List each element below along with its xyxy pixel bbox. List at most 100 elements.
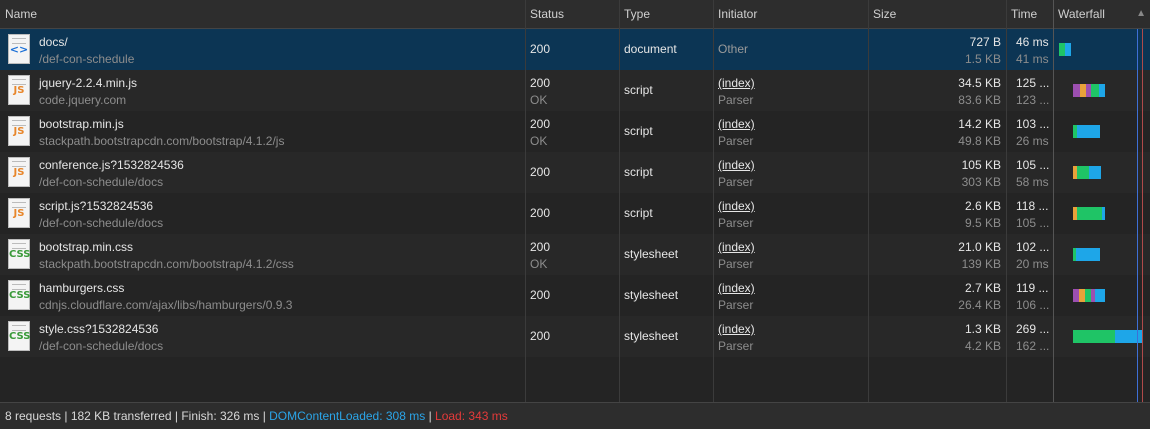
column-header-type[interactable]: Type [624,0,650,28]
resource-type: script [624,165,653,179]
column-header-initiator[interactable]: Initiator [718,0,757,28]
status-text: OK [530,93,548,107]
resource-size: 83.6 KB [958,93,1001,107]
waterfall-bar-segment[interactable] [1089,166,1101,179]
request-path: stackpath.bootstrapcdn.com/bootstrap/4.1… [39,257,294,271]
initiator-link[interactable]: (index) [718,158,755,172]
request-name[interactable]: hamburgers.css [39,281,124,295]
summary-separator: | [425,409,436,423]
status-text: OK [530,257,548,271]
file-type-label: <> [9,43,29,56]
resource-type: script [624,206,653,220]
request-path: /def-con-schedule/docs [39,216,164,230]
resource-size: 26.4 KB [958,298,1001,312]
transfer-size: 21.0 KB [958,240,1001,254]
request-name[interactable]: script.js?1532824536 [39,199,153,213]
initiator-link[interactable]: (index) [718,240,755,254]
request-latency: 162 ... [1016,339,1050,353]
transfer-size: 14.2 KB [958,117,1001,131]
request-time: 103 ... [1016,117,1050,131]
initiator-link[interactable]: (index) [718,281,755,295]
waterfall-bar-segment[interactable] [1073,84,1080,97]
waterfall-bar-segment[interactable] [1095,289,1105,302]
css-file-icon: CSS [8,280,30,310]
request-row[interactable]: JS conference.js?1532824536/def-con-sched… [0,152,1150,193]
resource-type: stylesheet [624,329,679,343]
file-type-label: CSS [9,290,31,301]
column-header-size[interactable]: Size [873,0,896,28]
summary-text: 8 requests | 182 KB transferred | Finish… [5,409,270,423]
dom-content-loaded-text: DOMContentLoaded: 308 ms [269,409,426,423]
waterfall-bar-segment[interactable] [1115,330,1143,343]
resource-type: stylesheet [624,288,679,302]
request-latency: 105 ... [1016,216,1050,230]
waterfall-bar-segment[interactable] [1091,84,1099,97]
request-latency: 106 ... [1016,298,1050,312]
request-path: /def-con-schedule/docs [39,339,164,353]
waterfall-bar-segment[interactable] [1077,166,1089,179]
status-code: 200 [530,288,551,302]
request-path: /def-con-schedule/docs [39,175,164,189]
request-path: /def-con-schedule [39,52,135,66]
initiator-type: Parser [718,175,754,189]
network-request-table: Name Status Type Initiator Size Time Wat… [0,0,1150,402]
request-row[interactable]: CSS bootstrap.min.css stackpath.bootstrapc… [0,234,1150,275]
initiator-link[interactable]: (index) [718,322,755,336]
javascript-file-icon: JS [8,75,30,105]
column-header-waterfall[interactable]: Waterfall ▲ [1058,0,1148,28]
request-time: 269 ... [1016,322,1050,336]
initiator-link[interactable]: (index) [718,76,755,90]
request-row[interactable]: <> docs/ /def-con-schedule 200 document Other… [0,29,1150,70]
waterfall-bar-segment[interactable] [1099,84,1105,97]
resource-size: 1.5 KB [964,52,1001,66]
status-code: 200 [530,42,551,56]
request-time: 119 ... [1016,281,1049,295]
resource-type: script [624,83,653,97]
waterfall-bar-segment[interactable] [1076,248,1100,261]
initiator-type: Parser [718,339,754,353]
request-row[interactable]: JS bootstrap.min.js stackpath.bootstrapcdn… [0,111,1150,152]
file-type-label: JS [13,85,25,96]
initiator-type: Parser [718,93,754,107]
status-code: 200 [530,329,551,343]
initiator-link[interactable]: (index) [718,117,755,131]
transfer-size: 2.7 KB [964,281,1001,295]
request-latency: 41 ms [1016,52,1049,66]
initiator-link[interactable]: (index) [718,199,755,213]
request-name[interactable]: bootstrap.min.js [39,117,124,131]
request-time: 125 ... [1016,76,1050,90]
column-header-time[interactable]: Time [1011,0,1037,28]
waterfall-bar-segment[interactable] [1077,330,1115,343]
resource-type: stylesheet [624,247,679,261]
transfer-size: 105 KB [961,158,1001,172]
resource-size: 4.2 KB [964,339,1001,353]
transfer-size: 727 B [969,35,1001,49]
request-row[interactable]: JS script.js?1532824536/def-con-schedule/… [0,193,1150,234]
resource-size: 139 KB [961,257,1001,271]
initiator-type: Parser [718,134,754,148]
request-name[interactable]: jquery-2.2.4.min.js [39,76,137,90]
request-row[interactable]: JS jquery-2.2.4.min.js code.jquery.com 200 O… [0,70,1150,111]
status-code: 200 [530,117,551,131]
status-text: OK [530,134,548,148]
request-path: code.jquery.com [39,93,127,107]
resource-type: document [624,42,677,56]
request-name[interactable]: bootstrap.min.css [39,240,133,254]
waterfall-bar-segment[interactable] [1065,43,1071,56]
request-row[interactable]: CSS hamburgers.css cdnjs.cloudflare.com/aj… [0,275,1150,316]
transfer-size: 34.5 KB [958,76,1001,90]
waterfall-bar-segment[interactable] [1102,207,1105,220]
column-header-status[interactable]: Status [530,0,564,28]
column-header-name[interactable]: Name [5,0,37,28]
status-code: 200 [530,206,551,220]
css-file-icon: CSS [8,239,30,269]
request-name[interactable]: style.css?1532824536 [39,322,158,336]
request-row[interactable]: CSS style.css?1532824536/def-con-schedule… [0,316,1150,357]
request-name[interactable]: conference.js?1532824536 [39,158,184,172]
table-header: Name Status Type Initiator Size Time Wat… [0,0,1150,29]
file-type-label: CSS [9,331,31,342]
status-code: 200 [530,240,551,254]
request-name[interactable]: docs/ [39,35,68,49]
waterfall-bar-segment[interactable] [1077,207,1102,220]
waterfall-bar-segment[interactable] [1077,125,1100,138]
